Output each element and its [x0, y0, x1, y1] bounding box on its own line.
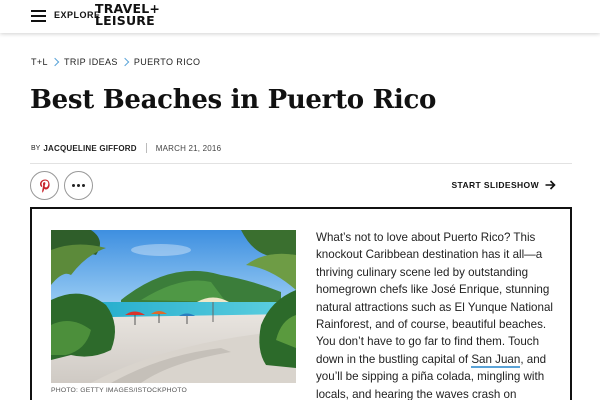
more-share-button[interactable]: [64, 171, 93, 200]
breadcrumb-item-trip-ideas[interactable]: TRIP IDEAS: [64, 57, 118, 67]
pinterest-share-button[interactable]: [30, 171, 59, 200]
logo-line-2: LEISURE: [95, 13, 155, 28]
page-title: Best Beaches in Puerto Rico: [30, 85, 437, 115]
breadcrumb-item-puerto-rico[interactable]: PUERTO RICO: [134, 57, 201, 67]
chevron-right-icon: [120, 57, 130, 67]
publish-date: MARCH 21, 2016: [155, 143, 222, 153]
site-logo[interactable]: TRAVEL+ LEISURE: [95, 2, 160, 28]
top-nav: EXPLORE TRAVEL+ LEISURE: [0, 0, 600, 33]
beach-photo: [51, 230, 296, 383]
pinterest-icon: [39, 179, 50, 193]
start-slideshow-label: START SLIDESHOW: [451, 180, 539, 190]
byline-divider: [145, 143, 147, 153]
intro-text-part-1: What’s not to love about Puerto Rico? Th…: [316, 231, 553, 366]
author-link[interactable]: JACQUELINE GIFFORD: [43, 144, 136, 153]
breadcrumb: T+L TRIP IDEAS PUERTO RICO: [31, 57, 200, 67]
photo-caption: PHOTO: GETTY IMAGES/ISTOCKPHOTO: [51, 387, 187, 394]
san-juan-link[interactable]: San Juan: [471, 352, 521, 368]
byline: BY JACQUELINE GIFFORD MARCH 21, 2016: [31, 143, 221, 153]
hamburger-icon[interactable]: [31, 10, 46, 22]
breadcrumb-item-home[interactable]: T+L: [31, 57, 48, 67]
chevron-right-icon: [50, 57, 60, 67]
more-dots-icon: [72, 184, 85, 187]
byline-by-label: BY: [31, 144, 41, 152]
article-intro-paragraph: What’s not to love about Puerto Rico? Th…: [316, 229, 564, 400]
header-divider: [30, 163, 572, 164]
article-content: PHOTO: GETTY IMAGES/ISTOCKPHOTO What’s n…: [30, 207, 572, 400]
explore-link[interactable]: EXPLORE: [54, 10, 101, 20]
start-slideshow-button[interactable]: START SLIDESHOW: [451, 180, 556, 190]
arrow-right-icon: [545, 180, 556, 190]
